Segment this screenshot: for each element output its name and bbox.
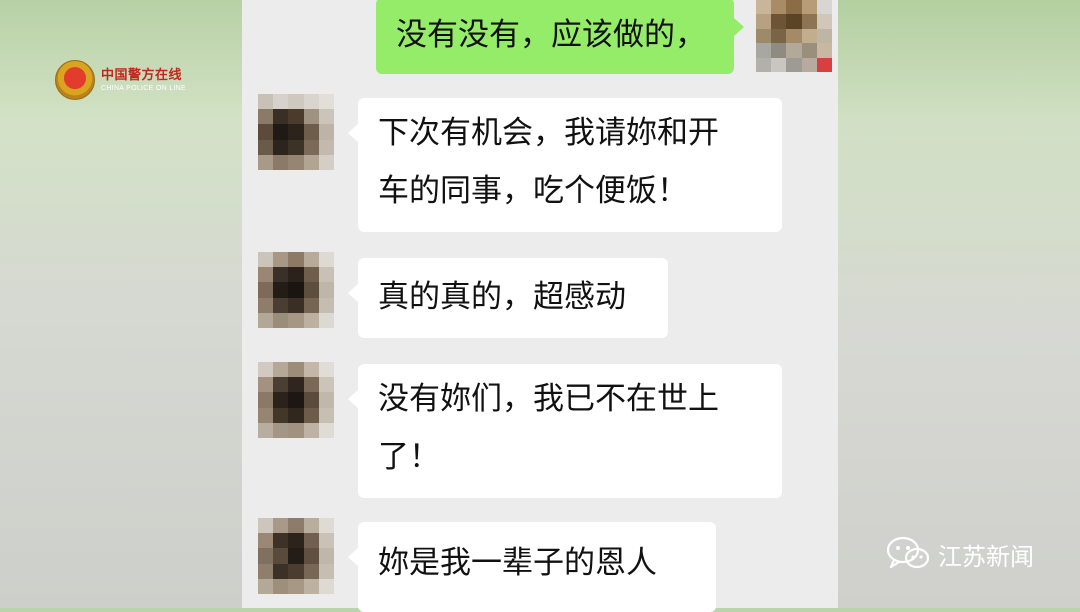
outgoing-message-text: 没有没有，应该做的， xyxy=(396,17,706,53)
incoming-message[interactable]: 妳是我一辈子的恩人 xyxy=(348,522,716,612)
message-line: 没有妳们，我已不在世上 xyxy=(378,381,719,417)
channel-logo: 中国警方在线 CHINA POLICE ON LINE xyxy=(55,60,186,100)
incoming-message[interactable]: 下次有机会，我请妳和开 车的同事，吃个便饭！ xyxy=(348,98,782,232)
incoming-message[interactable]: 真的真的，超感动 xyxy=(348,258,668,338)
avatar-contact[interactable] xyxy=(258,252,334,328)
police-badge-icon xyxy=(55,60,95,100)
message-line: 真的真的，超感动 xyxy=(378,279,626,315)
avatar-self[interactable] xyxy=(756,0,832,72)
incoming-message[interactable]: 没有妳们，我已不在世上 了！ xyxy=(348,364,782,498)
logo-name-en: CHINA POLICE ON LINE xyxy=(101,84,186,92)
watermark-text: 江苏新闻 xyxy=(938,542,1034,571)
avatar-contact[interactable] xyxy=(258,94,334,170)
news-watermark: 江苏新闻 xyxy=(886,536,1034,572)
message-line: 妳是我一辈子的恩人 xyxy=(378,545,657,581)
message-line: 下次有机会，我请妳和开 xyxy=(378,115,719,151)
message-line: 车的同事，吃个便饭！ xyxy=(378,173,688,209)
outgoing-message[interactable]: 没有没有，应该做的， xyxy=(376,0,744,74)
logo-name-cn: 中国警方在线 xyxy=(101,67,183,83)
message-line: 了！ xyxy=(378,439,440,475)
avatar-contact[interactable] xyxy=(258,518,334,594)
wechat-icon xyxy=(886,536,930,569)
blurred-background-right xyxy=(838,0,1080,608)
avatar-contact[interactable] xyxy=(258,362,334,438)
